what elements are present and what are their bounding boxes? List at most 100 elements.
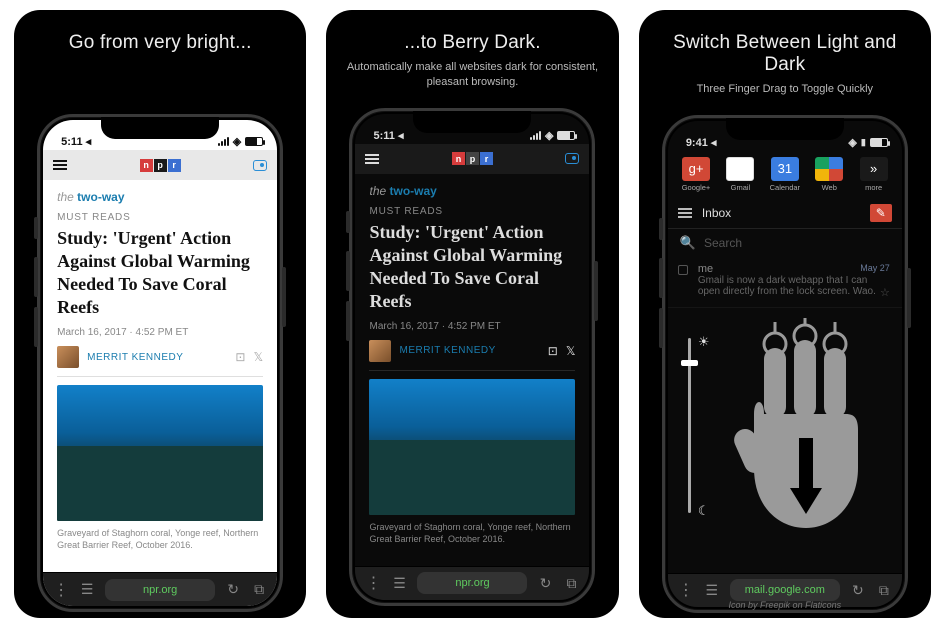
browser-toolbar: ⋮ ☰ npr.org ↻ ⧉: [355, 566, 589, 600]
search-row[interactable]: 🔍 Search: [668, 229, 902, 257]
app-calendar[interactable]: 31Calendar: [767, 157, 803, 192]
site-header: npr: [43, 150, 277, 180]
menu-icon[interactable]: [365, 154, 379, 164]
search-placeholder: Search: [704, 236, 742, 250]
inbox-title: Inbox: [702, 206, 731, 220]
status-icons: ◈ ▮: [848, 136, 887, 149]
three-finger-drag-icon: [724, 318, 884, 538]
phone-screen-light: 5:11 ⁠◂ ◈ npr the two-way MU: [43, 120, 277, 606]
phone-screen-dark: 5:11 ⁠◂ ◈ npr the two-way MU: [355, 114, 589, 600]
search-icon: 🔍: [680, 235, 696, 251]
battery-icon: [870, 138, 888, 147]
phone-mockup: 5:11 ⁠◂ ◈ npr the two-way MU: [349, 108, 595, 606]
app-gmail[interactable]: MGmail: [722, 157, 758, 192]
dots-icon[interactable]: ⋮: [678, 580, 694, 600]
mail-item[interactable]: me May 27 Gmail is now a dark webapp tha…: [668, 257, 902, 308]
moon-icon: ☾: [698, 503, 710, 519]
mail-date: May 27: [860, 263, 890, 273]
npr-logo[interactable]: npr: [452, 152, 493, 165]
author-name[interactable]: MERRIT KENNEDY: [399, 345, 495, 356]
cellular-icon: [530, 131, 541, 140]
reader-icon[interactable]: ☰: [704, 582, 720, 599]
url-bar[interactable]: npr.org: [417, 572, 527, 594]
wifi-icon: ◈: [233, 135, 241, 148]
promo-card-1: Go from very bright... 5:11 ⁠◂ ◈ npr: [14, 10, 306, 618]
wifi-icon: ◈: [848, 136, 856, 149]
card-heading: Go from very bright...: [57, 32, 264, 54]
sun-icon: ☀: [698, 334, 710, 350]
phone-mockup: 9:41 ⁠◂ ◈ ▮ g+Google+ MGmail 31Calendar …: [662, 115, 908, 613]
twitter-icon[interactable]: 𝕏: [566, 344, 576, 358]
instagram-icon[interactable]: ⊡: [548, 344, 558, 358]
mail-preview-line: Gmail is now a dark webapp that I can: [698, 275, 890, 286]
article-image[interactable]: [369, 379, 575, 515]
compose-button[interactable]: [870, 204, 892, 222]
reader-icon[interactable]: ☰: [391, 575, 407, 592]
byline: MERRIT KENNEDY ⊡ 𝕏: [369, 340, 575, 371]
dots-icon[interactable]: ⋮: [53, 580, 69, 600]
promo-card-3: Switch Between Light and Dark Three Fing…: [639, 10, 931, 618]
slider-knob[interactable]: [681, 360, 698, 366]
promo-card-2: ...to Berry Dark. Automatically make all…: [326, 10, 618, 618]
article-body: the two-way MUST READS Study: 'Urgent' A…: [43, 180, 277, 572]
image-caption: Graveyard of Staghorn coral, Yonge reef,…: [369, 521, 575, 545]
status-icons: ◈: [530, 129, 575, 142]
dots-icon[interactable]: ⋮: [365, 573, 381, 593]
headline[interactable]: Study: 'Urgent' Action Against Global Wa…: [369, 221, 575, 313]
menu-icon[interactable]: [678, 208, 692, 218]
dateline: March 16, 2017 · 4:52 PM ET: [57, 327, 263, 338]
radio-icon[interactable]: [565, 153, 579, 164]
status-time: 5:11 ⁠◂: [61, 135, 91, 148]
author-name[interactable]: MERRIT KENNEDY: [87, 352, 183, 363]
tabs-icon[interactable]: ⧉: [876, 582, 892, 599]
menu-icon[interactable]: [53, 160, 67, 170]
reader-icon[interactable]: ☰: [79, 581, 95, 598]
star-icon[interactable]: ☆: [880, 286, 890, 299]
radio-icon[interactable]: [253, 160, 267, 171]
reload-icon[interactable]: ↻: [225, 581, 241, 598]
status-time: 9:41 ⁠◂: [686, 136, 717, 149]
npr-logo[interactable]: npr: [140, 159, 181, 172]
image-caption: Graveyard of Staghorn coral, Yonge reef,…: [57, 527, 263, 551]
url-bar[interactable]: mail.google.com: [730, 579, 840, 601]
headline[interactable]: Study: 'Urgent' Action Against Global Wa…: [57, 227, 263, 319]
byline: MERRIT KENNEDY ⊡ 𝕏: [57, 346, 263, 377]
instagram-icon[interactable]: ⊡: [235, 350, 245, 364]
status-bar: 5:11 ⁠◂ ◈: [355, 114, 589, 144]
carrier-badge: ▮: [861, 137, 866, 148]
cellular-icon: [218, 137, 229, 146]
tabs-icon[interactable]: ⧉: [563, 575, 579, 592]
checkbox-icon[interactable]: [678, 265, 688, 275]
card-heading: ...to Berry Dark.: [392, 32, 552, 54]
url-bar[interactable]: npr.org: [105, 579, 215, 601]
tabs-icon[interactable]: ⧉: [251, 581, 267, 598]
battery-icon: [245, 137, 263, 146]
status-bar: 5:11 ⁠◂ ◈: [43, 120, 277, 150]
card-heading: Switch Between Light and Dark: [639, 32, 931, 76]
card-subheading: Three Finger Drag to Toggle Quickly: [677, 82, 894, 97]
site-header: npr: [355, 144, 589, 174]
section-label[interactable]: the two-way: [369, 184, 575, 198]
reload-icon[interactable]: ↻: [537, 575, 553, 592]
reload-icon[interactable]: ↻: [850, 582, 866, 599]
google-app-bar: g+Google+ MGmail 31Calendar Web »more: [668, 151, 902, 198]
inbox-header: Inbox: [668, 198, 902, 229]
icon-credit: Icon by Freepik on Flaticons: [639, 600, 931, 610]
mail-preview-line: open directly from the lock screen. Wao.: [698, 286, 890, 297]
kicker: MUST READS: [57, 212, 263, 223]
phone-screen-dark: 9:41 ⁠◂ ◈ ▮ g+Google+ MGmail 31Calendar …: [668, 121, 902, 607]
kicker: MUST READS: [369, 206, 575, 217]
twitter-icon[interactable]: 𝕏: [253, 350, 263, 364]
section-label[interactable]: the two-way: [57, 190, 263, 204]
phone-mockup: 5:11 ⁠◂ ◈ npr the two-way MU: [37, 114, 283, 612]
author-avatar[interactable]: [57, 346, 79, 368]
author-avatar[interactable]: [369, 340, 391, 362]
app-google-plus[interactable]: g+Google+: [678, 157, 714, 192]
status-icons: ◈: [218, 135, 263, 148]
dateline: March 16, 2017 · 4:52 PM ET: [369, 321, 575, 332]
app-more[interactable]: »more: [855, 157, 891, 192]
wifi-icon: ◈: [545, 129, 553, 142]
app-web[interactable]: Web: [811, 157, 847, 192]
article-image[interactable]: [57, 385, 263, 521]
status-bar: 9:41 ⁠◂ ◈ ▮: [668, 121, 902, 151]
